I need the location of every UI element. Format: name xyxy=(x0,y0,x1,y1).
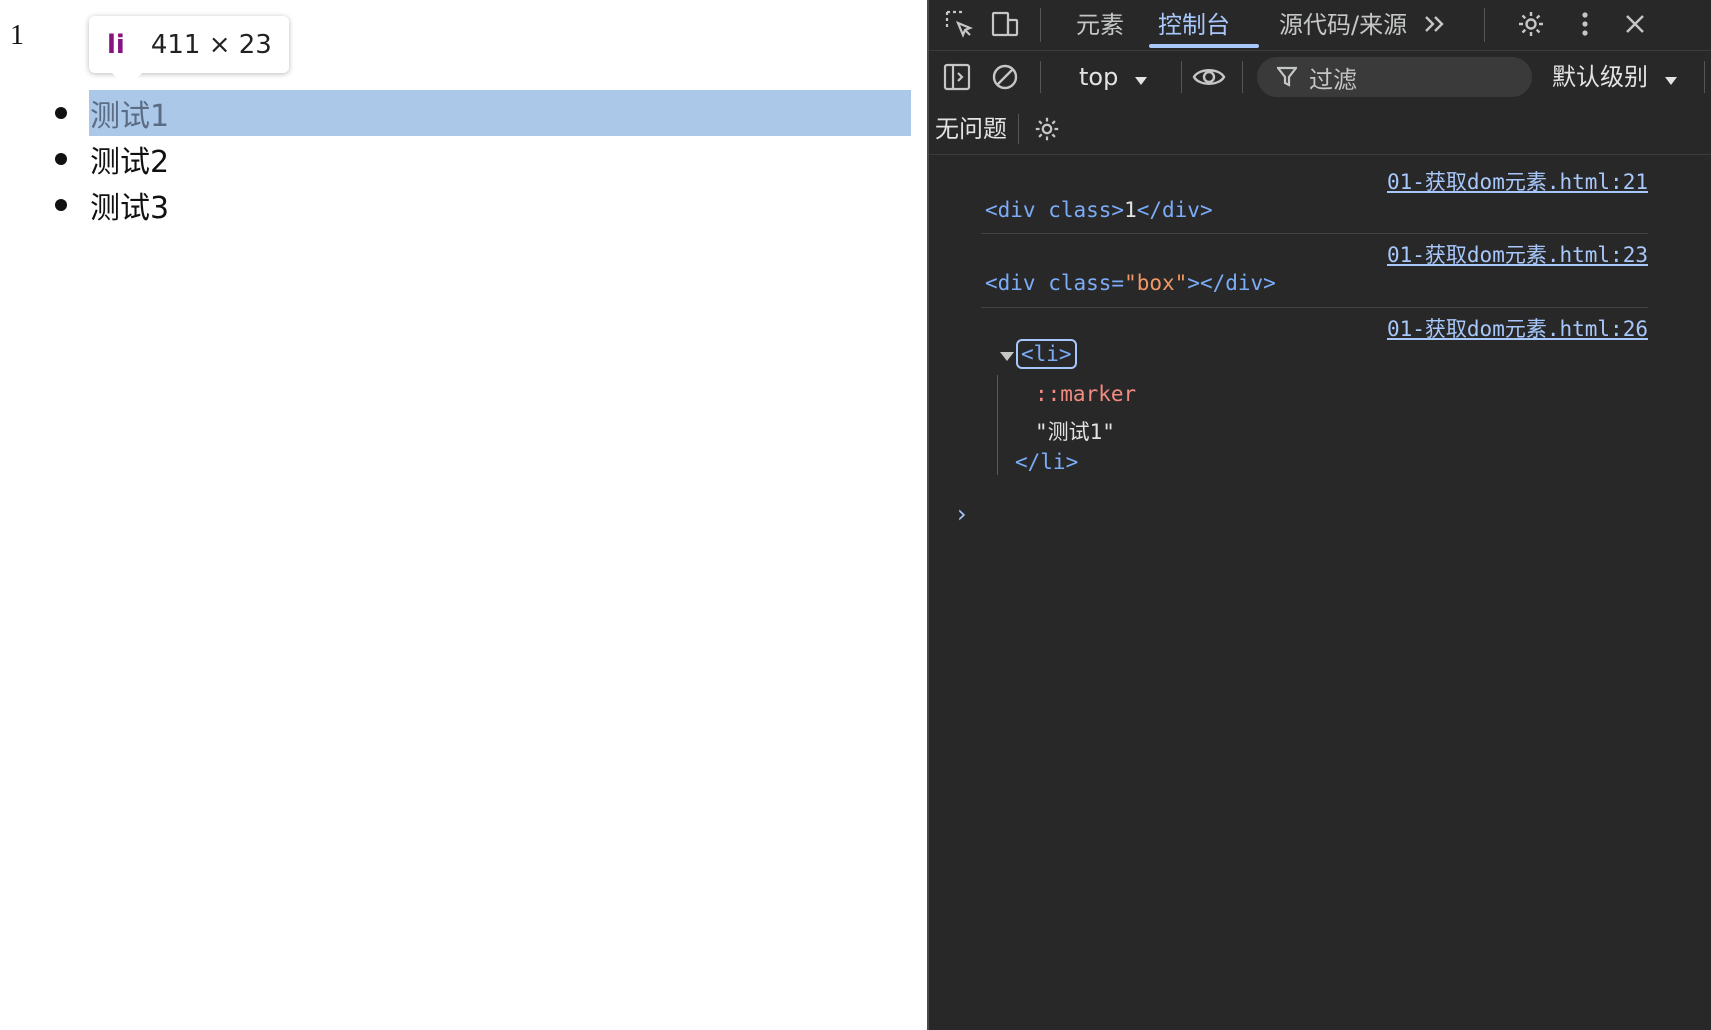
divider xyxy=(1040,8,1041,42)
filter-placeholder: 过滤 xyxy=(1309,65,1357,94)
active-tab-indicator xyxy=(1149,44,1259,48)
console-prompt[interactable]: › xyxy=(957,500,967,528)
log-level-selector[interactable]: 默认级别 xyxy=(1552,52,1678,102)
clear-console-icon[interactable] xyxy=(987,59,1023,95)
gear-icon[interactable] xyxy=(1029,111,1065,147)
list-item-text: 测试2 xyxy=(90,145,170,180)
divider xyxy=(1018,114,1019,144)
page-viewport: 1 li 411 × 23 测试1 测试2 测试3 xyxy=(0,0,927,1030)
code-close-tag: </div> xyxy=(1199,271,1276,295)
divider xyxy=(1704,61,1705,93)
page-div-text: 1 xyxy=(10,20,24,51)
tooltip-dimensions: 411 × 23 xyxy=(150,29,272,60)
log-entry[interactable]: <div class>1</div> xyxy=(985,198,1213,222)
bullet-marker xyxy=(55,107,67,119)
log-separator xyxy=(981,307,1648,308)
filter-input[interactable]: 过滤 xyxy=(1257,57,1532,97)
log-separator xyxy=(981,233,1648,234)
code-pseudo-element[interactable]: ::marker xyxy=(1035,382,1136,406)
tooltip-arrow xyxy=(112,73,142,88)
tab-elements[interactable]: 元素 xyxy=(1076,0,1124,50)
code-open-tag-end: > xyxy=(1187,271,1200,295)
source-link[interactable]: 01-获取dom元素.html:23 xyxy=(1387,239,1648,269)
close-icon[interactable] xyxy=(1617,6,1653,42)
bullet-marker xyxy=(55,153,67,165)
inspect-tooltip: li 411 × 23 xyxy=(89,16,289,73)
code-close-tag: </li> xyxy=(1015,450,1079,474)
more-tabs-icon[interactable] xyxy=(1417,6,1453,42)
console-toolbar: top 过滤 默认级别 xyxy=(929,52,1711,102)
eye-icon[interactable] xyxy=(1191,59,1227,95)
code-open-tag: <div class> xyxy=(985,198,1125,222)
settings-icon[interactable] xyxy=(1513,6,1549,42)
list-item[interactable]: 测试2 xyxy=(55,136,169,182)
code-text-node[interactable]: "测试1" xyxy=(1035,416,1115,446)
divider xyxy=(1040,61,1041,93)
dropdown-caret-icon xyxy=(1134,53,1148,103)
list-item[interactable]: 测试1 xyxy=(55,90,169,136)
issues-label[interactable]: 无问题 xyxy=(935,104,1007,154)
list-item[interactable]: 测试3 xyxy=(55,182,169,228)
divider xyxy=(1181,61,1182,93)
kebab-menu-icon[interactable] xyxy=(1567,6,1603,42)
devtools-panel: 元素 控制台 源代码/来源 top 过滤 默认级别 无问题 01-获取dom元素… xyxy=(927,0,1711,1030)
tree-guide-line xyxy=(997,375,998,475)
tooltip-tag-name: li xyxy=(107,29,125,60)
tab-sources[interactable]: 源代码/来源 xyxy=(1279,0,1407,50)
log-entry[interactable]: <div class="box"></div> xyxy=(985,271,1276,295)
code-attr-value: "box" xyxy=(1124,271,1188,295)
filter-icon xyxy=(1277,66,1297,88)
code-close-tag: </div> xyxy=(1136,198,1213,222)
device-toolbar-icon[interactable] xyxy=(987,6,1023,42)
divider xyxy=(1484,8,1485,42)
issues-bar: 无问题 xyxy=(929,104,1711,155)
tab-console[interactable]: 控制台 xyxy=(1158,0,1230,50)
dropdown-caret-icon xyxy=(1664,53,1678,103)
list-item-text: 测试3 xyxy=(90,191,170,226)
devtools-tab-bar: 元素 控制台 源代码/来源 xyxy=(929,0,1711,51)
list-item-text: 测试1 xyxy=(90,99,170,134)
context-value: top xyxy=(1079,63,1119,91)
source-link[interactable]: 01-获取dom元素.html:26 xyxy=(1387,313,1648,343)
log-entry-expandable[interactable]: <li> xyxy=(1000,339,1077,369)
code-open-tag: <li> xyxy=(1016,339,1077,369)
element-highlight-overlay xyxy=(89,90,911,136)
sidebar-toggle-icon[interactable] xyxy=(939,59,975,95)
inspect-icon[interactable] xyxy=(941,6,977,42)
divider xyxy=(1242,61,1243,93)
expand-triangle-icon[interactable] xyxy=(1000,343,1014,367)
bullet-marker xyxy=(55,199,67,211)
source-link[interactable]: 01-获取dom元素.html:21 xyxy=(1387,166,1648,196)
log-level-value: 默认级别 xyxy=(1552,63,1648,91)
context-selector[interactable]: top xyxy=(1079,52,1148,102)
code-open-tag: <div class= xyxy=(985,271,1125,295)
code-text: 1 xyxy=(1124,198,1137,222)
